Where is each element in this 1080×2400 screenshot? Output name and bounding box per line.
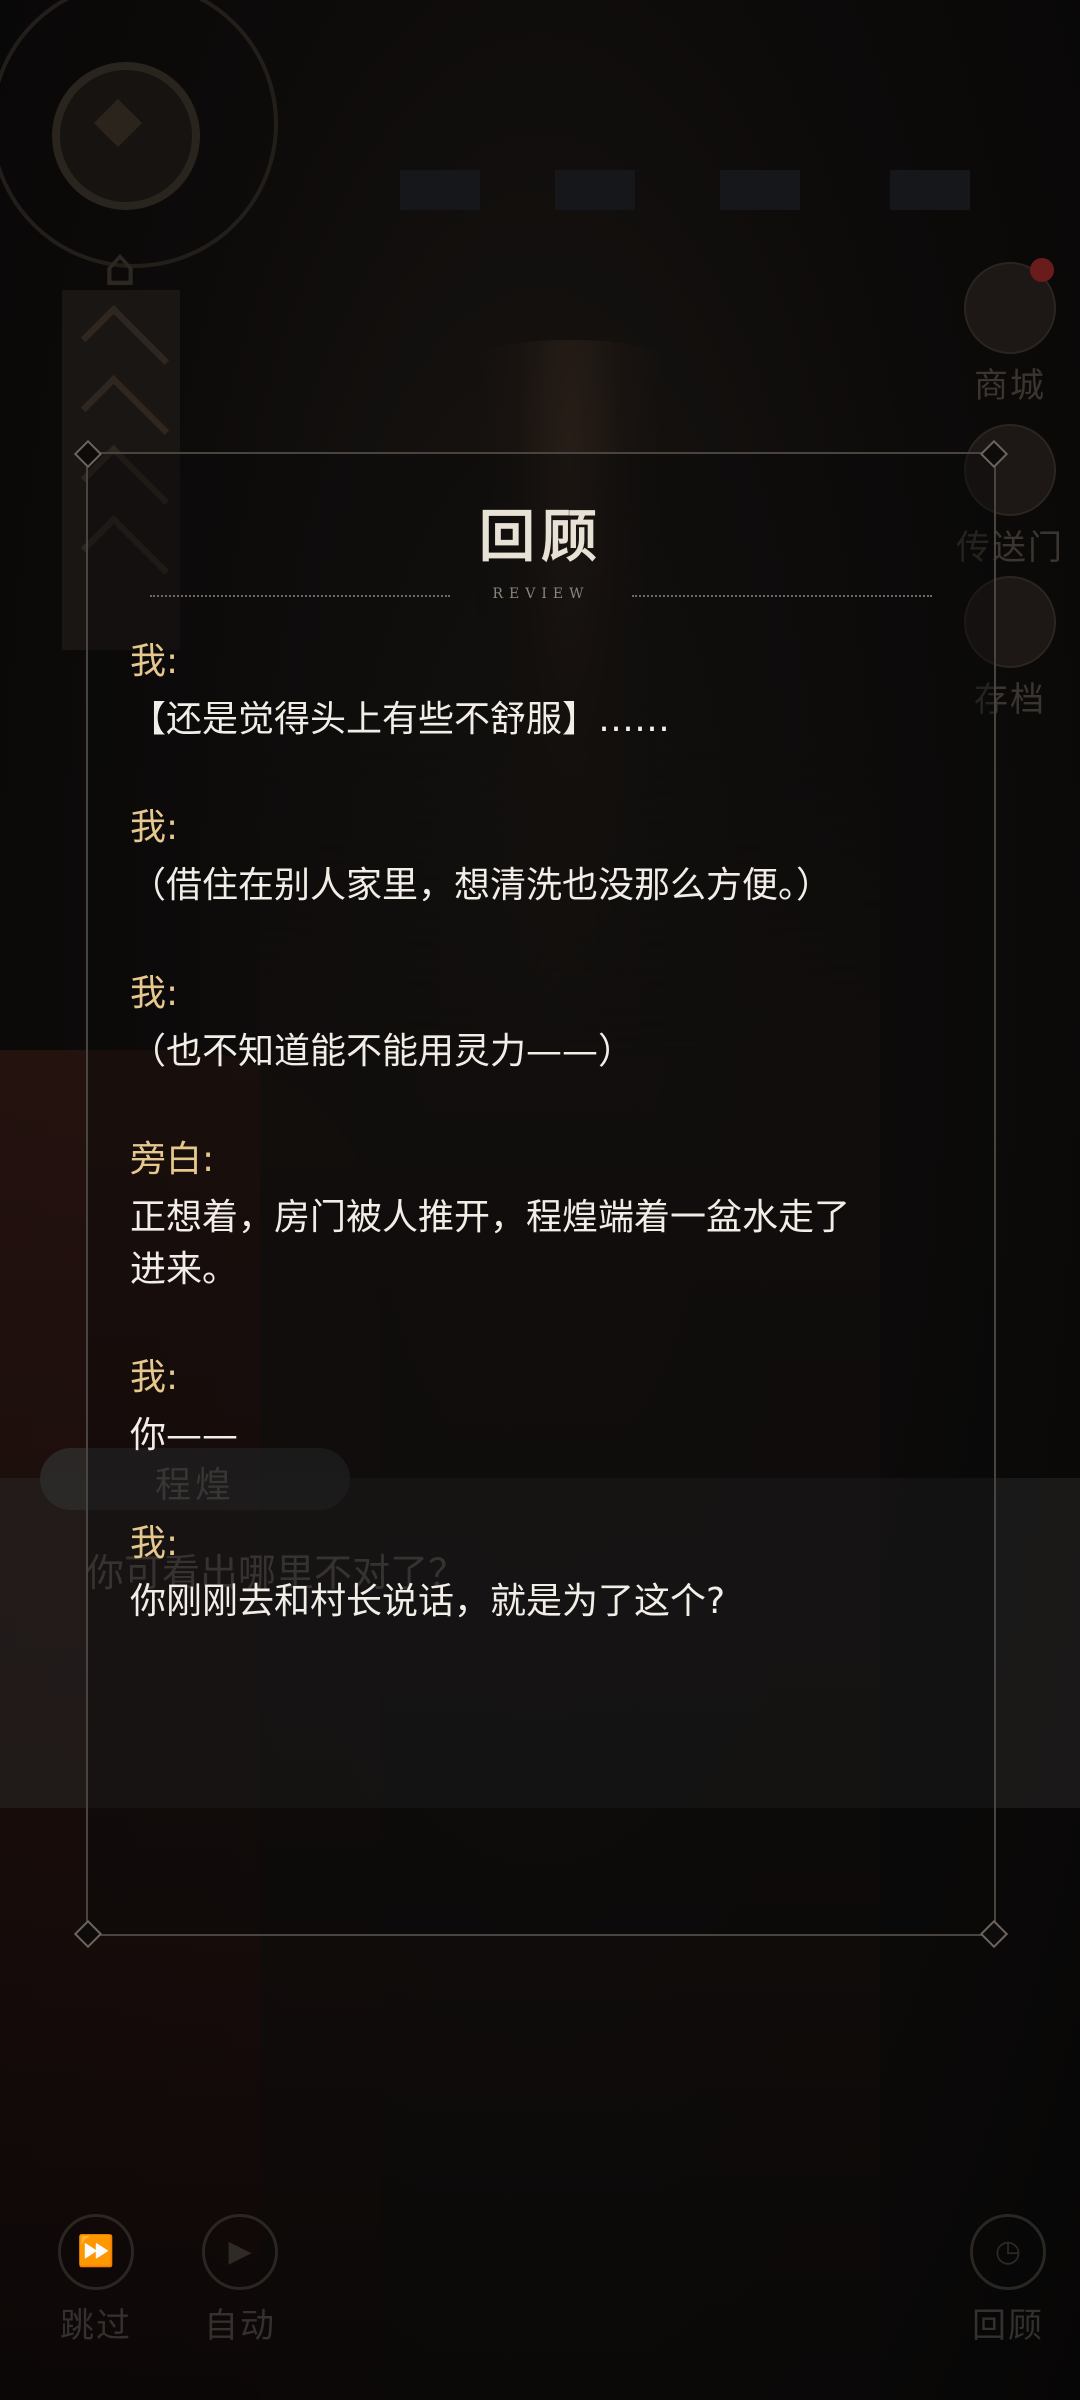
entry-text: 你刚刚去和村长说话，就是为了这个?	[130, 1581, 726, 1622]
background-window	[720, 170, 800, 210]
entry-speaker: 我:	[130, 1357, 179, 1398]
review-subtitle: REVIEW	[492, 586, 590, 602]
entry-speaker: 旁白:	[130, 1139, 215, 1180]
review-title: 回顾	[479, 504, 603, 570]
divider-dots	[632, 595, 932, 597]
auto-button[interactable]: ▶ 自动	[180, 2214, 300, 2347]
entry-text: （借住在别人家里，想清洗也没那么方便。）	[130, 865, 833, 906]
notification-dot	[1030, 258, 1054, 282]
home-icon[interactable]: ⌂	[92, 240, 148, 296]
review-entry: 我: 【还是觉得头上有些不舒服】……	[130, 636, 960, 746]
review-entry: 我: 你——	[130, 1352, 960, 1462]
entry-speaker: 我:	[130, 973, 179, 1014]
review-log[interactable]: 我: 【还是觉得头上有些不舒服】…… 我: （借住在别人家里，想清洗也没那么方便…	[130, 636, 960, 1684]
skip-label: 跳过	[60, 2306, 132, 2346]
entry-text: （也不知道能不能用灵力——）	[130, 1031, 635, 1072]
review-entry: 我: （也不知道能不能用灵力——）	[130, 968, 960, 1078]
fast-forward-icon: ⏩	[58, 2214, 134, 2290]
entry-speaker: 我:	[130, 1523, 179, 1564]
background-window	[555, 170, 635, 210]
shop-button[interactable]: 商城	[945, 258, 1075, 407]
shop-label: 商城	[974, 366, 1046, 406]
review-entry: 我: （借住在别人家里，想清洗也没那么方便。）	[130, 802, 960, 912]
skip-button[interactable]: ⏩ 跳过	[36, 2214, 156, 2347]
background-window	[400, 170, 480, 210]
entry-text: 正想着，房门被人推开，程煌端着一盆水走了 进来。	[130, 1197, 851, 1290]
review-entry: 我: 你刚刚去和村长说话，就是为了这个?	[130, 1518, 960, 1628]
chevron-icon	[80, 304, 170, 394]
entry-text: 【还是觉得头上有些不舒服】……	[130, 699, 671, 740]
clock-icon: ◷	[970, 2214, 1046, 2290]
entry-speaker: 我:	[130, 641, 179, 682]
review-panel[interactable]: 回顾 REVIEW 我: 【还是觉得头上有些不舒服】…… 我: （借住在别人家里…	[73, 439, 1009, 1949]
shop-avatar-icon	[964, 258, 1056, 354]
entry-speaker: 我:	[130, 807, 179, 848]
entry-text: 你——	[130, 1415, 239, 1456]
review-button[interactable]: ◷ 回顾	[948, 2214, 1068, 2347]
title-divider: REVIEW	[150, 586, 932, 606]
game-screen: 程煌 你可看出哪里不对了？ ⌂ 商城 传送门 存档 ⏩ 跳过 ▶ 自动 ◷ 回顾	[0, 0, 1080, 2400]
review-entry: 旁白: 正想着，房门被人推开，程煌端着一盆水走了 进来。	[130, 1134, 960, 1296]
review-label: 回顾	[972, 2306, 1044, 2346]
background-window	[890, 170, 970, 210]
play-icon: ▶	[202, 2214, 278, 2290]
auto-label: 自动	[204, 2306, 276, 2346]
